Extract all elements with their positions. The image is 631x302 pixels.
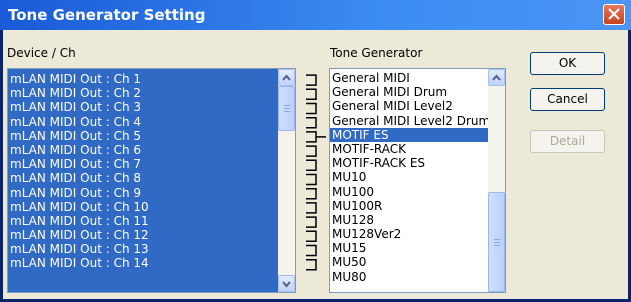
- device-list-item[interactable]: mLAN MIDI Out : Ch 2: [8, 86, 278, 100]
- scroll-down-button[interactable]: [278, 275, 295, 292]
- scroll-up-button[interactable]: [488, 69, 505, 86]
- tone-generator-item[interactable]: MU100R: [330, 199, 488, 213]
- chevron-up-icon: [282, 74, 291, 81]
- ok-button[interactable]: OK: [530, 52, 605, 75]
- tone-generator-list[interactable]: General MIDI General MIDI Drum General MID…: [329, 68, 506, 293]
- connection-lines: [306, 74, 326, 271]
- chevron-up-icon: [492, 74, 501, 81]
- device-list-item[interactable]: mLAN MIDI Out : Ch 3: [8, 100, 278, 114]
- tone-list-scrollbar[interactable]: [488, 69, 505, 292]
- title-bar[interactable]: Tone Generator Setting: [0, 0, 631, 30]
- device-list-item[interactable]: mLAN MIDI Out : Ch 10: [8, 200, 278, 214]
- device-list-label: Device / Ch: [7, 46, 76, 60]
- device-list-item[interactable]: mLAN MIDI Out : Ch 11: [8, 214, 278, 228]
- device-list-scrollbar[interactable]: [278, 69, 295, 292]
- tone-generator-item[interactable]: General MIDI: [330, 71, 488, 85]
- tone-generator-item[interactable]: MU128: [330, 213, 488, 227]
- device-list-item[interactable]: mLAN MIDI Out : Ch 7: [8, 157, 278, 171]
- device-list-item[interactable]: mLAN MIDI Out : Ch 9: [8, 186, 278, 200]
- scroll-thumb[interactable]: [278, 86, 295, 131]
- device-list-item[interactable]: mLAN MIDI Out : Ch 14: [8, 256, 278, 270]
- tone-generator-item[interactable]: MOTIF-RACK ES: [330, 156, 488, 170]
- window-title: Tone Generator Setting: [8, 6, 206, 24]
- tone-generator-item[interactable]: MU15: [330, 241, 488, 255]
- device-list-item[interactable]: mLAN MIDI Out : Ch 13: [8, 242, 278, 256]
- device-list-item[interactable]: mLAN MIDI Out : Ch 12: [8, 228, 278, 242]
- tone-generator-item[interactable]: General MIDI Level2: [330, 99, 488, 113]
- close-icon: [608, 8, 620, 20]
- device-list-item[interactable]: mLAN MIDI Out : Ch 5: [8, 129, 278, 143]
- tone-generator-item[interactable]: MU128Ver2: [330, 227, 488, 241]
- tone-generator-item[interactable]: MU100: [330, 185, 488, 199]
- device-list-item[interactable]: mLAN MIDI Out : Ch 4: [8, 115, 278, 129]
- dialog-window: Tone Generator Setting Device / Ch Tone …: [0, 0, 631, 302]
- tone-generator-item[interactable]: General MIDI Level2 Drum: [330, 114, 490, 128]
- tone-generator-item[interactable]: MOTIF-RACK: [330, 142, 488, 156]
- tone-generator-item[interactable]: MU10: [330, 170, 488, 184]
- device-list[interactable]: mLAN MIDI Out : Ch 1 mLAN MIDI Out : Ch 2…: [7, 68, 296, 293]
- scroll-up-button[interactable]: [278, 69, 295, 86]
- device-list-item[interactable]: mLAN MIDI Out : Ch 6: [8, 143, 278, 157]
- close-button[interactable]: [603, 4, 625, 25]
- scroll-thumb[interactable]: [488, 192, 505, 292]
- tone-generator-item[interactable]: MU80: [330, 270, 488, 284]
- cancel-button[interactable]: Cancel: [530, 88, 605, 111]
- device-list-item[interactable]: mLAN MIDI Out : Ch 1: [8, 72, 278, 86]
- chevron-down-icon: [282, 281, 291, 288]
- detail-button[interactable]: Detail: [530, 130, 605, 153]
- dialog-body: Device / Ch Tone Generator mLAN MIDI Out…: [3, 30, 628, 299]
- tone-list-label: Tone Generator: [330, 46, 423, 60]
- tone-generator-item[interactable]: MU50: [330, 255, 488, 269]
- tone-generator-item[interactable]: MOTIF ES: [330, 127, 488, 142]
- tone-generator-item[interactable]: General MIDI Drum: [330, 85, 488, 99]
- device-list-item[interactable]: mLAN MIDI Out : Ch 8: [8, 171, 278, 185]
